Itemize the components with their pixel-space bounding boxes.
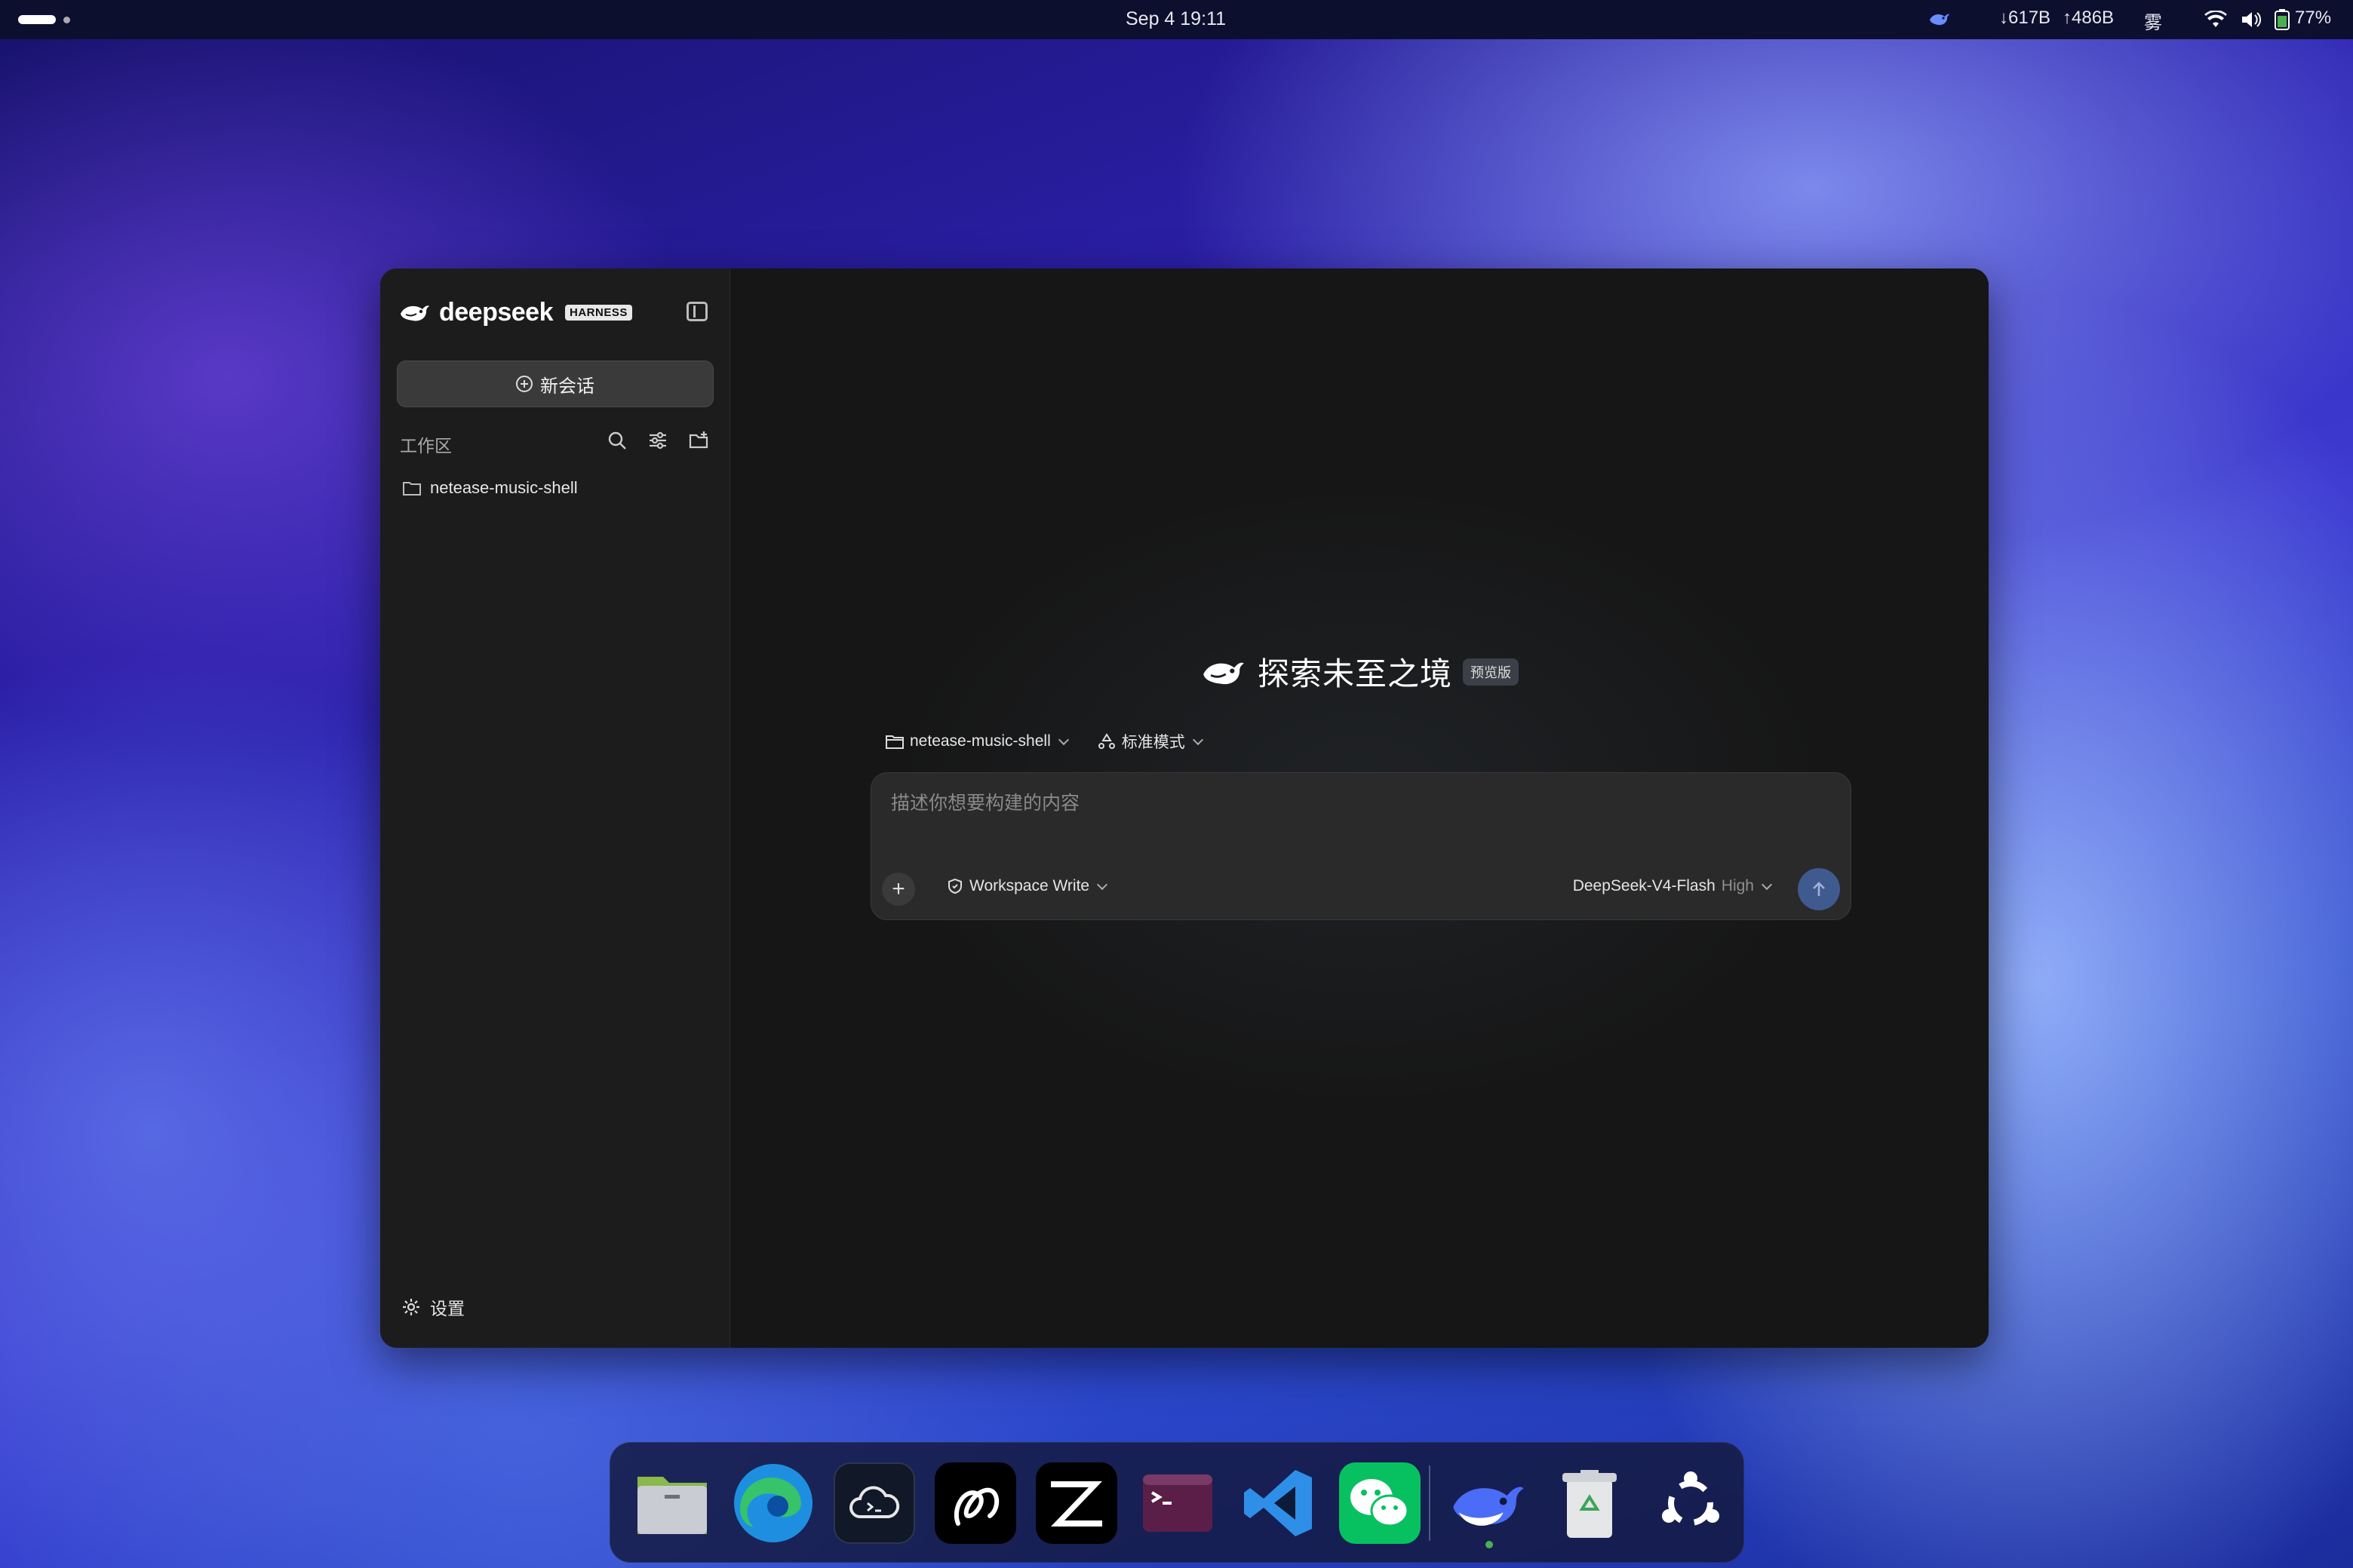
deepseek-whale-icon [1203,662,1244,684]
battery-icon[interactable] [2274,9,2290,35]
chevron-down-icon [1192,734,1203,745]
brand: deepseek HARNESS [398,297,632,327]
sidebar: deepseek HARNESS 新会话 工作区 netease-music-s… [380,268,730,1348]
zed-icon[interactable] [1036,1462,1117,1544]
project-selector[interactable]: netease-music-shell [886,730,1069,753]
arrow-up-icon [1813,882,1825,896]
add-circle-icon [516,376,533,392]
terminal-icon[interactable] [1137,1462,1218,1544]
volume-icon[interactable] [2241,11,2262,34]
deepseek-logo-icon [401,305,429,321]
net-speed-up: ↑486B [2063,8,2115,28]
filter-sliders-icon[interactable] [647,430,668,451]
permission-selector[interactable]: Workspace Write [947,877,1108,895]
new-chat-button[interactable]: 新会话 [397,361,714,407]
wechat-icon[interactable] [1339,1462,1421,1544]
ink-icon[interactable] [935,1462,1016,1544]
gear-icon [403,1299,419,1315]
running-indicator [1485,1541,1493,1548]
chevron-down-icon [1761,879,1773,890]
brand-name: deepseek [439,297,554,327]
search-icon[interactable] [607,430,628,451]
cloud-terminal-icon[interactable] [834,1462,915,1544]
effort-level: High [1721,877,1754,894]
workspace-label: 工作区 [400,436,452,456]
preview-badge: 预览版 [1463,658,1519,686]
activities-indicator[interactable] [18,15,56,24]
main-panel: 探索未至之境 预览版 netease-music-shell 标准模式 + Wo… [730,268,1989,1348]
chevron-down-icon [1058,734,1069,745]
prompt-input[interactable] [891,787,1826,820]
mode-selector-label: 标准模式 [1121,734,1185,751]
hero-title: 探索未至之境 [1257,656,1452,692]
add-attachment-button[interactable]: + [882,873,915,906]
folder-icon [886,735,904,749]
workspace-dot[interactable] [63,17,70,23]
project-item[interactable]: netease-music-shell [403,478,578,498]
folder-icon [403,482,421,496]
project-name: netease-music-shell [430,478,578,497]
new-chat-label: 新会话 [540,376,594,397]
model-selector[interactable]: DeepSeek-V4-Flash High [1572,877,1773,895]
weather-text[interactable]: 雾 [2144,8,2162,34]
shield-edit-icon [948,878,962,894]
chevron-down-icon [1097,879,1108,890]
plus-icon: + [892,876,905,901]
recycle-mode-icon [1098,733,1115,749]
trash-icon[interactable] [1549,1462,1630,1544]
net-speed-down: ↓617B [1999,8,2051,28]
dock [610,1442,1744,1563]
model-name: DeepSeek-V4-Flash [1572,877,1716,894]
top-bar: Sep 4 19:11 ↓617B ↑486B 雾 77% [0,0,2353,39]
dock-separator [1429,1465,1430,1541]
deepseek-tray-icon[interactable] [1928,9,1951,34]
edge-icon[interactable] [733,1462,814,1544]
project-selector-label: netease-music-shell [910,732,1051,750]
add-folder-icon[interactable] [688,430,709,451]
settings-label: 设置 [430,1299,465,1318]
mode-selector[interactable]: 标准模式 [1098,730,1203,753]
files-icon[interactable] [631,1462,713,1544]
settings-button[interactable]: 设置 [401,1294,465,1320]
selectors: netease-music-shell 标准模式 [886,730,1203,753]
deepseek-app-window: deepseek HARNESS 新会话 工作区 netease-music-s… [380,268,1989,1348]
harness-badge: HARNESS [565,304,632,321]
deepseek-icon[interactable] [1448,1462,1529,1544]
battery-percent[interactable]: 77% [2295,8,2331,29]
ubuntu-icon[interactable] [1650,1462,1731,1544]
vscode-icon[interactable] [1238,1462,1319,1544]
clock[interactable]: Sep 4 19:11 [1126,8,1226,30]
sidebar-collapse-icon[interactable] [687,302,708,321]
wifi-icon[interactable] [2204,10,2227,34]
permission-label: Workspace Write [969,877,1090,894]
hero: 探索未至之境 预览版 [730,649,1989,695]
send-button[interactable] [1798,868,1840,910]
workspace-tools [607,430,709,451]
composer: + Workspace Write DeepSeek-V4-Flash High [871,772,1851,920]
